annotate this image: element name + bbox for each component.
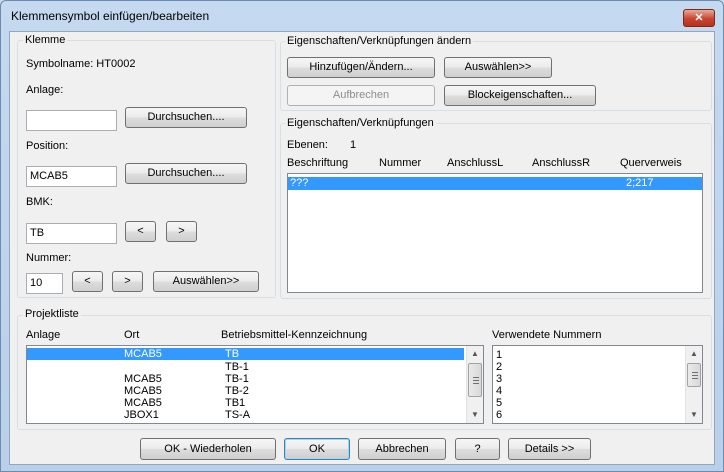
project-row[interactable]: JBOX1 TS-A: [27, 409, 464, 421]
anlage-input[interactable]: [26, 110, 117, 131]
edit-select-button[interactable]: Auswählen>>: [444, 57, 552, 78]
position-input[interactable]: MCAB5: [26, 166, 117, 187]
group-props-title: Eigenschaften/Verknüpfungen: [285, 117, 436, 129]
number-item[interactable]: 2: [496, 361, 502, 373]
project-list[interactable]: MCAB5 TB TB-1 MCAB5 TB-1 MCAB5 TB-2 MCAB…: [26, 345, 484, 424]
project-list-scrollbar[interactable]: ▲ ▼: [466, 346, 483, 423]
dialog-body: Klemme Symbolname: HT0002 Anlage: Durchs…: [9, 31, 715, 465]
browse-position-button[interactable]: Durchsuchen....: [125, 163, 247, 184]
nummer-prev-button[interactable]: <: [72, 271, 103, 292]
scroll-thumb[interactable]: [468, 363, 482, 397]
numbers-list[interactable]: 1 2 3 4 5 6 ▲ ▼: [492, 345, 703, 424]
numbers-list-scrollbar[interactable]: ▲ ▼: [685, 346, 702, 423]
project-row[interactable]: TB-1: [27, 361, 464, 373]
col-anschlussl: AnschlussL: [447, 157, 504, 169]
close-icon: ✕: [694, 12, 704, 24]
number-item[interactable]: 5: [496, 397, 502, 409]
row-bmk: TB-1: [225, 361, 249, 373]
nummer-label: Nummer:: [26, 252, 72, 264]
col-anschlussr: AnschlussR: [532, 157, 591, 169]
props-row[interactable]: ??? 2;217: [288, 177, 702, 190]
col-verwendete-nummern: Verwendete Nummern: [492, 329, 602, 341]
row-bmk: TB-1: [225, 373, 249, 385]
scroll-thumb[interactable]: [687, 363, 701, 387]
col-querverweis: Querverweis: [620, 157, 682, 169]
symbolname-label: Symbolname: HT0002: [26, 58, 136, 70]
title-bar[interactable]: Klemmensymbol einfügen/bearbeiten ✕: [1, 1, 723, 31]
nummer-input[interactable]: 10: [26, 273, 63, 294]
ebenen-value: 1: [350, 139, 357, 151]
row-ort: MCAB5: [124, 385, 162, 397]
browse-anlage-button[interactable]: Durchsuchen....: [125, 107, 247, 128]
props-list[interactable]: ??? 2;217: [287, 173, 703, 293]
scroll-down-icon[interactable]: ▼: [467, 407, 483, 423]
scroll-up-icon[interactable]: ▲: [467, 346, 483, 362]
col-nummer: Nummer: [379, 157, 422, 169]
bmk-prev-button[interactable]: <: [125, 221, 156, 242]
nummer-next-button[interactable]: >: [112, 271, 143, 292]
add-change-button[interactable]: Hinzufügen/Ändern...: [287, 57, 435, 78]
row-ort: MCAB5: [124, 397, 162, 409]
ebenen-label: Ebenen:: [287, 139, 328, 151]
anlage-label: Anlage:: [26, 84, 64, 96]
number-item[interactable]: 6: [496, 409, 502, 421]
nummer-select-button[interactable]: Auswählen>>: [153, 271, 259, 292]
window-title: Klemmensymbol einfügen/bearbeiten: [11, 9, 210, 23]
col-anlage: Anlage: [26, 329, 61, 341]
row-ort: JBOX1: [124, 409, 159, 421]
number-item[interactable]: 1: [496, 349, 502, 361]
position-label: Position:: [26, 140, 69, 152]
project-row[interactable]: MCAB5 TB-2: [27, 385, 464, 397]
number-item[interactable]: 3: [496, 373, 502, 385]
bmk-label: BMK:: [26, 196, 53, 208]
help-button[interactable]: ?: [455, 438, 500, 460]
cancel-button[interactable]: Abbrechen: [358, 438, 446, 460]
col-bmk: Betriebsmittel-Kennzeichnung: [221, 329, 368, 341]
props-row-beschriftung: ???: [290, 177, 309, 189]
scroll-down-icon[interactable]: ▼: [686, 407, 702, 423]
col-ort: Ort: [124, 329, 140, 341]
props-row-querverweis: 2;217: [626, 177, 654, 189]
number-item[interactable]: 4: [496, 385, 502, 397]
project-row[interactable]: MCAB5 TB-1: [27, 373, 464, 385]
dialog-window: Klemmensymbol einfügen/bearbeiten ✕ Klem…: [0, 0, 724, 472]
group-projektliste-title: Projektliste: [23, 308, 81, 320]
scroll-up-icon[interactable]: ▲: [686, 346, 702, 362]
block-props-button[interactable]: Blockeigenschaften...: [444, 85, 596, 106]
ok-button[interactable]: OK: [284, 438, 350, 460]
details-button[interactable]: Details >>: [508, 438, 591, 460]
break-button[interactable]: Aufbrechen: [287, 85, 435, 106]
row-ort: MCAB5: [124, 373, 162, 385]
row-bmk: TB1: [225, 397, 246, 409]
row-bmk: TB-2: [225, 385, 249, 397]
close-button[interactable]: ✕: [683, 9, 715, 27]
bmk-next-button[interactable]: >: [166, 221, 197, 242]
group-klemme-title: Klemme: [23, 34, 68, 46]
project-row[interactable]: MCAB5 TB1: [27, 397, 464, 409]
row-bmk: TB: [225, 348, 240, 360]
row-ort: MCAB5: [124, 348, 162, 360]
row-bmk: TS-A: [225, 409, 251, 421]
col-beschriftung: Beschriftung: [287, 157, 349, 169]
bmk-input[interactable]: TB: [26, 223, 117, 244]
group-edit-props-title: Eigenschaften/Verknüpfungen ändern: [285, 35, 474, 47]
project-row[interactable]: MCAB5 TB: [27, 348, 464, 360]
ok-repeat-button[interactable]: OK - Wiederholen: [140, 438, 276, 460]
